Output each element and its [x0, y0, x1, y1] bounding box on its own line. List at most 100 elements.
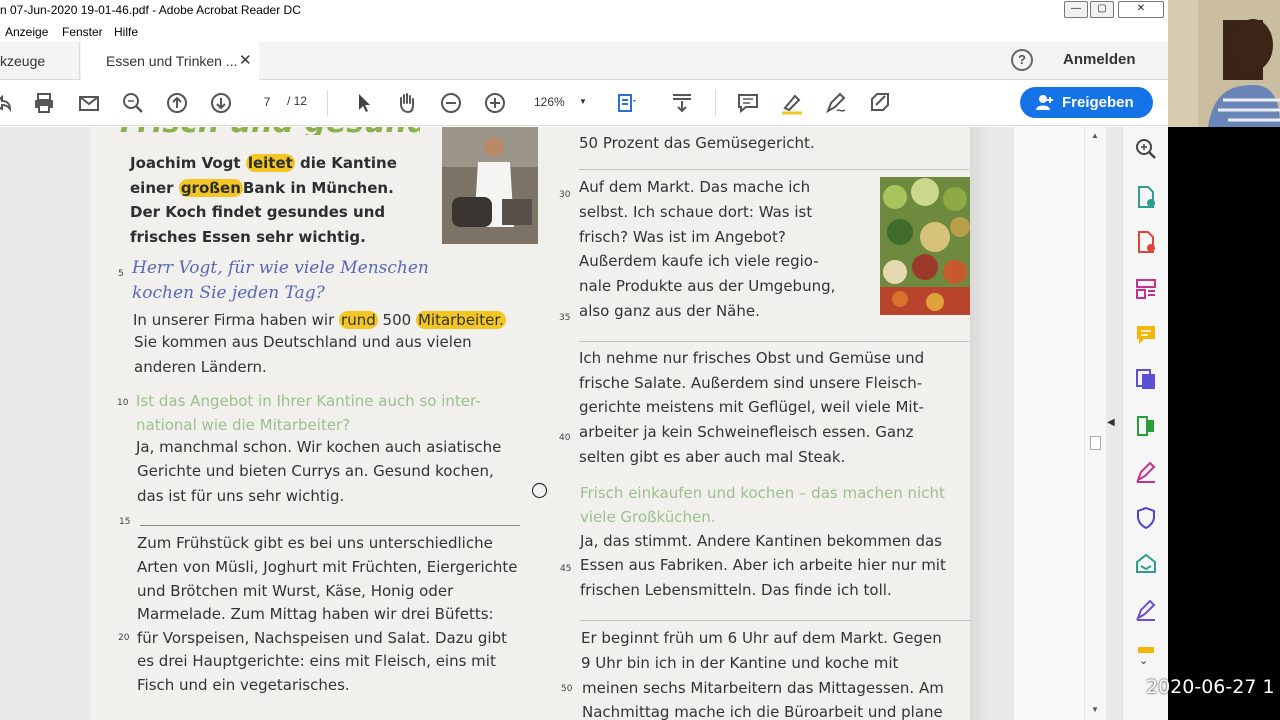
page-number-input[interactable]: 7 [251, 90, 283, 114]
para2-line-1: Ich nehme nur frisches Obst und Gemüse u… [579, 349, 925, 367]
edit-pen-icon[interactable] [1134, 598, 1158, 622]
para1-line-3: frisch? Was ist im Angebot? [579, 228, 786, 246]
webcam-feed [1168, 0, 1280, 127]
scroll-mode-icon[interactable] [670, 91, 694, 115]
zoom-in-icon[interactable] [483, 91, 507, 115]
zoom-search-icon[interactable] [1134, 137, 1158, 161]
hand-tool-icon[interactable] [395, 91, 419, 115]
highlight-mitarbeiter: Mitarbeiter. [415, 311, 506, 329]
divider-line [580, 620, 970, 621]
market-vegetables-photo [880, 177, 970, 315]
highlight-rund: rund [339, 311, 378, 329]
send-for-review-icon[interactable] [1134, 552, 1158, 576]
chevron-down-icon: ▼ [579, 97, 587, 106]
tab-bar: kzeuge Essen und Trinken ... ✕ ? Anmelde… [0, 42, 1168, 81]
line-number: 10 [117, 398, 129, 408]
divider-line [140, 525, 520, 526]
highlighter-icon[interactable] [780, 91, 804, 115]
share-file-icon[interactable] [0, 91, 14, 115]
para2-line-4: arbeiter ja kein Schweinefleisch essen. … [579, 423, 914, 441]
page-view-icon[interactable] [615, 91, 639, 115]
intro-line-2: einer großen Bank in München. [130, 179, 394, 197]
print-icon[interactable] [32, 91, 56, 115]
help-icon[interactable]: ? [1011, 49, 1033, 71]
protect-shield-icon[interactable] [1134, 506, 1158, 530]
minimize-button[interactable]: — [1064, 1, 1088, 18]
toolbar: 7 / 12 126% ▼ Freigeben [0, 80, 1168, 126]
answer3-line-7: Fisch und ein vegetarisches. [137, 676, 350, 694]
divider-line [579, 341, 969, 342]
answer1-line-1: In unserer Firma haben wir rund 500 Mita… [133, 311, 506, 329]
para2-line-5: selten gibt es aber auch mal Steak. [579, 448, 846, 466]
menu-fenster[interactable]: Fenster [62, 25, 103, 39]
zoom-dropdown[interactable]: 126% ▼ [523, 90, 593, 114]
answer2-line-2: Gerichte und bieten Currys an. Gesund ko… [137, 462, 494, 480]
para1-line-4: Außerdem kaufe ich viele regio- [579, 252, 819, 270]
organize-pages-icon[interactable] [1134, 277, 1158, 301]
handwritten-question-1: Herr Vogt, für wie viele Menschen [132, 258, 429, 278]
export-pdf-icon[interactable] [1134, 185, 1158, 209]
tab-document[interactable]: Essen und Trinken ... ✕ [81, 42, 259, 81]
answer1-line-3: anderen Ländern. [134, 358, 267, 376]
next-page-icon[interactable] [209, 91, 233, 115]
intro-line-4: frisches Essen sehr wichtig. [130, 228, 366, 246]
intro-line-1: Joachim Vogt leitet die Kantine [130, 154, 397, 172]
search-icon[interactable] [121, 91, 145, 115]
more-tools-icon[interactable] [1134, 645, 1158, 653]
previous-page-icon[interactable] [165, 91, 189, 115]
intro-line-3: Der Koch findet gesundes und [130, 203, 386, 221]
title-bar[interactable]: n 07-Jun-2020 19-01-46.pdf - Adobe Acrob… [0, 0, 1168, 22]
answer2-line-1: Ja, manchmal schon. Wir kochen auch asia… [136, 438, 502, 456]
question2-line-1: Ist das Angebot in Ihrer Kantine auch so… [136, 392, 481, 410]
email-icon[interactable] [77, 91, 101, 115]
line-number: 30 [559, 190, 571, 200]
menu-anzeige[interactable]: Anzeige [5, 25, 48, 39]
zoom-out-icon[interactable] [439, 91, 463, 115]
toolbar-divider [327, 90, 328, 116]
chevron-down-icon[interactable]: ⌄ [1139, 654, 1148, 667]
maximize-button[interactable]: ▢ [1090, 1, 1114, 18]
sign-in-link[interactable]: Anmelden [1063, 51, 1136, 68]
vertical-scrollbar[interactable]: ▲ ▼ [1084, 127, 1106, 720]
comment-tool-icon[interactable] [1134, 323, 1158, 347]
line-number: 50 [561, 684, 573, 694]
combine-files-icon[interactable] [1134, 367, 1158, 391]
create-pdf-icon[interactable] [1134, 230, 1158, 254]
answer1-line-2: Sie kommen aus Deutschland und aus viele… [134, 333, 472, 351]
tab-close-icon[interactable]: ✕ [239, 42, 252, 80]
document-gutter [1014, 127, 1084, 720]
line-number: 20 [118, 633, 130, 643]
para4-line-4: Nachmittag mache ich die Büroarbeit und … [582, 703, 943, 720]
draw-icon[interactable] [824, 91, 848, 115]
para3-line-3: frischen Lebensmitteln. Das finde ich to… [580, 581, 892, 599]
line-number: 40 [559, 433, 571, 443]
para1-line-6: also ganz aus der Nähe. [579, 302, 760, 320]
fill-and-sign-icon[interactable] [1134, 460, 1158, 484]
para3-line-2: Essen aus Fabriken. Aber ich arbeite hie… [580, 556, 946, 574]
comment-icon[interactable] [736, 91, 760, 115]
fill-sign-icon[interactable] [868, 91, 892, 115]
line-number: 45 [560, 564, 572, 574]
tools-pane: ⌄ [1122, 127, 1168, 720]
page-header-fragment: Frisch und gesund [120, 127, 420, 135]
para3-line-1: Ja, das stimmt. Andere Kantinen bekommen… [580, 532, 942, 550]
share-button[interactable]: Freigeben [1020, 87, 1153, 118]
pdf-page[interactable]: Frisch und gesund Joachim Vogt leitet di… [90, 127, 988, 720]
menu-hilfe[interactable]: Hilfe [114, 25, 138, 39]
screen: n 07-Jun-2020 19-01-46.pdf - Adobe Acrob… [0, 0, 1280, 720]
tab-tools[interactable]: kzeuge [0, 42, 80, 80]
para2-line-3: gerichte meistens mit Geflügel, weil vie… [579, 398, 924, 416]
collapse-pane-icon[interactable]: ◀ [1107, 417, 1115, 428]
scrollbar-thumb[interactable] [1090, 436, 1101, 450]
compress-pdf-icon[interactable] [1134, 414, 1158, 438]
zoom-value: 126% [534, 95, 565, 109]
col2-top-line: 50 Prozent das Gemüsegericht. [579, 134, 815, 152]
scroll-down-icon[interactable]: ▼ [1091, 705, 1099, 714]
document-area[interactable]: Frisch und gesund Joachim Vogt leitet di… [0, 127, 1122, 720]
close-window-button[interactable]: ✕ [1118, 1, 1164, 18]
window-title: n 07-Jun-2020 19-01-46.pdf - Adobe Acrob… [0, 3, 301, 17]
scroll-up-icon[interactable]: ▲ [1091, 131, 1099, 140]
para1-line-5: nale Produkte aus der Umgebung, [579, 277, 836, 295]
select-cursor-icon[interactable] [352, 91, 376, 115]
share-button-label: Freigeben [1062, 94, 1134, 111]
